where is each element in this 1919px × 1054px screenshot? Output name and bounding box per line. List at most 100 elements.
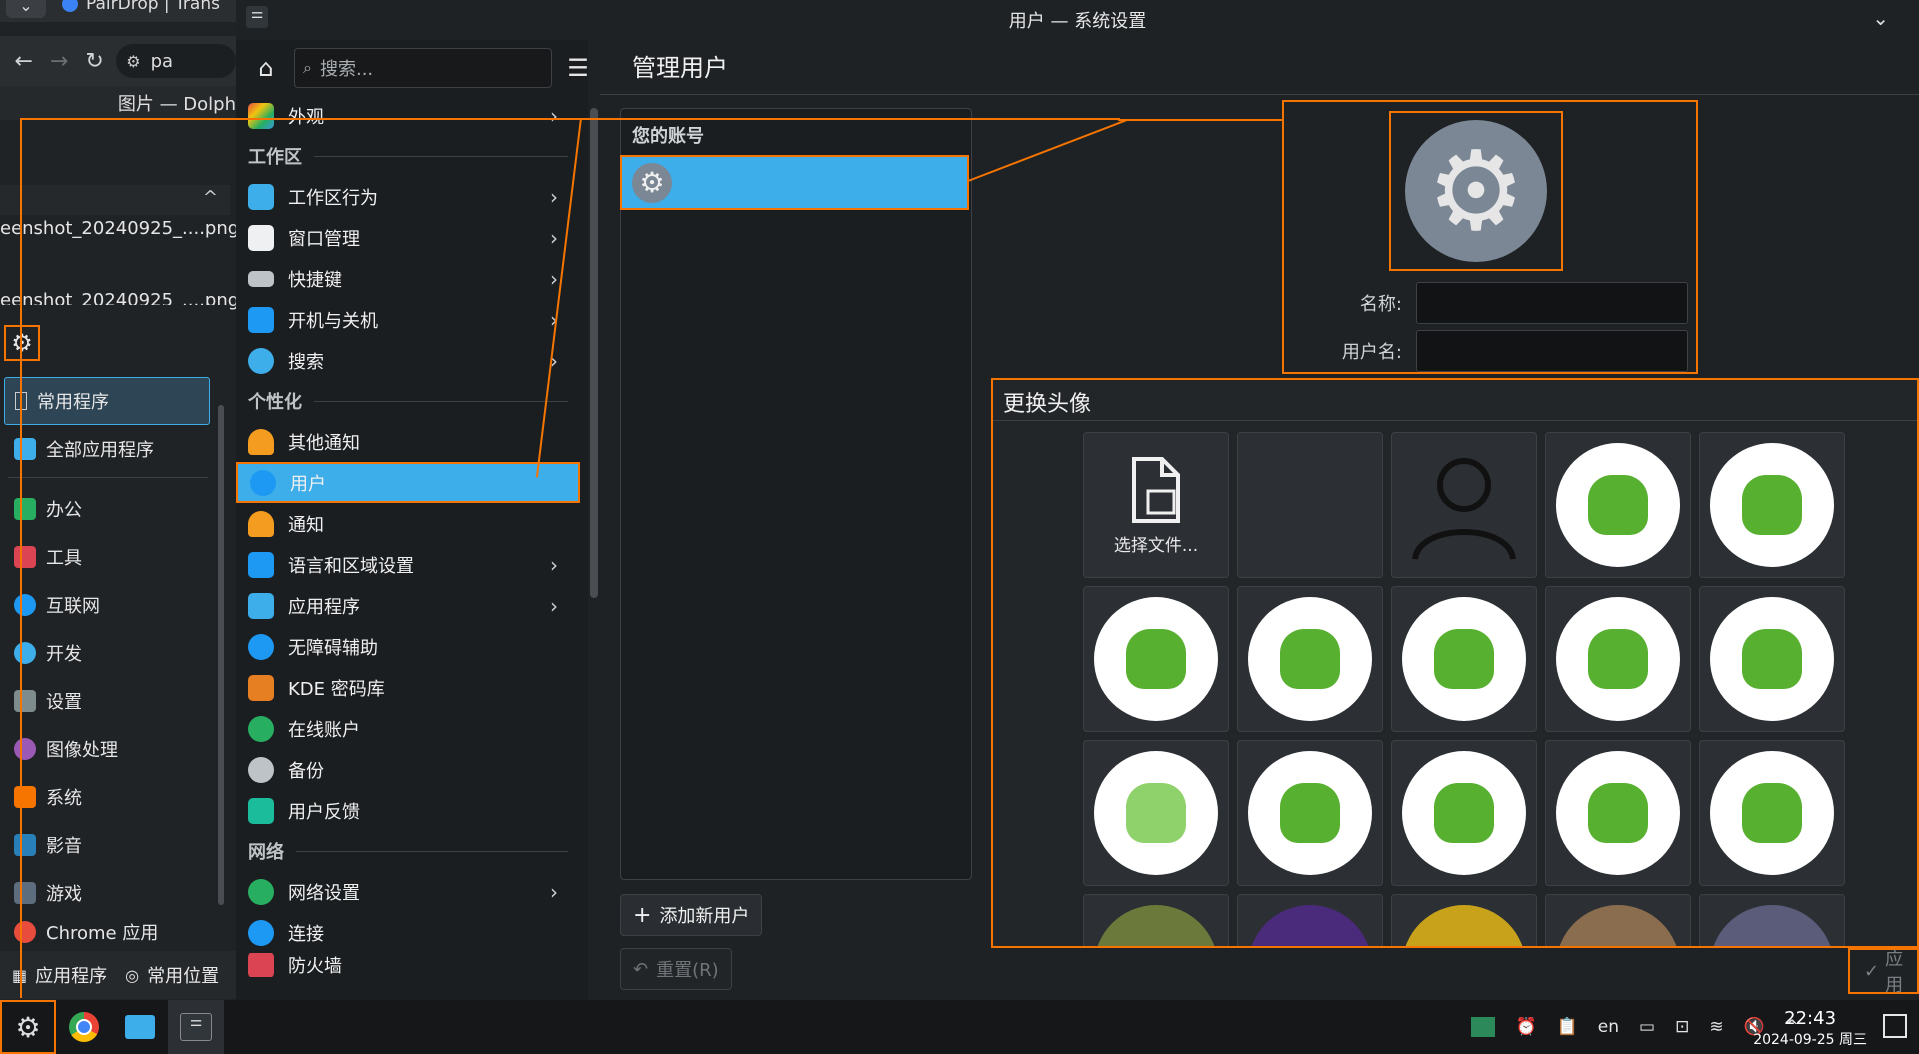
konqi-avatar-icon [1556,751,1680,875]
reset-button[interactable]: ↶ 重置(R) [620,948,732,990]
annotation-line [1118,119,1284,121]
category-tools[interactable]: 工具 [4,533,210,581]
nav-item-network-settings[interactable]: 网络设置 › [236,871,588,912]
avatar-option-konqi-artist[interactable] [1391,740,1537,886]
category-internet[interactable]: 互联网 [4,581,210,629]
apps-tab[interactable]: 应用程序 [35,962,107,988]
launcher-settings-icon[interactable]: ⚙ [4,325,40,361]
category-multimedia[interactable]: 影音 [4,821,210,869]
nav-item-kde-wallet[interactable]: KDE 密码库 [236,667,588,708]
tray-wifi-icon[interactable]: ≋ [1709,1017,1723,1037]
avatar-option-konqi-teacher[interactable] [1545,432,1691,578]
minimize-icon[interactable]: ⌄ [1872,6,1889,30]
category-graphics[interactable]: 图像处理 [4,725,210,773]
tray-battery-icon[interactable]: ▭ [1639,1017,1655,1037]
search-input[interactable]: ⌕ 搜索... [294,48,552,88]
settings-app-icon[interactable]: ⚌ [246,6,268,28]
konqi-avatar-icon [1710,751,1834,875]
sidebar-scrollbar[interactable] [590,108,598,598]
launcher-scrollbar[interactable] [218,405,224,905]
nav-item-user-feedback[interactable]: 用户反馈 [236,790,588,831]
workspace-behavior-icon [248,183,274,210]
tray-alarm-icon[interactable]: ⏰ [1515,1017,1536,1037]
reload-icon[interactable]: ↻ [81,46,108,76]
add-user-button[interactable]: + 添加新用户 [620,894,763,936]
nav-item-users[interactable]: 用户 [236,462,580,503]
category-settings[interactable]: 设置 [4,677,210,725]
keyboard-layout[interactable]: en [1598,1017,1619,1037]
nav-label: 网络设置 [288,882,360,904]
collapse-icon[interactable]: ^ [203,187,218,208]
avatar-option-photo-chameleon[interactable] [1083,894,1229,946]
avatar-option-konqi-engineer[interactable] [1237,586,1383,732]
nav-item-language-region[interactable]: 语言和区域设置 › [236,544,588,585]
tray-storage-icon[interactable]: ⊡ [1675,1017,1689,1037]
nav-item-online-accounts[interactable]: 在线账户 [236,708,588,749]
avatar-option-konqi-scientist[interactable] [1699,432,1845,578]
avatar-option-person[interactable] [1391,432,1537,578]
konqi-avatar-icon [1248,597,1372,721]
taskbar-chrome-icon[interactable] [56,1000,112,1054]
nav-item-other-notifications[interactable]: 其他通知 [236,421,588,462]
settings-navigation: 外观 › 工作区 工作区行为 › 窗口管理 › 快捷键 › 开机与关机 › 搜索 › 个性化… [236,96,588,977]
username-field[interactable] [1416,330,1688,372]
choose-file-button[interactable]: 选择文件... [1083,432,1229,578]
browser-tab[interactable]: PairDrop | Trans [62,0,220,14]
avatar-option-katie[interactable] [1083,740,1229,886]
nav-item-connections[interactable]: 连接 [236,912,588,953]
avatar-option-konqi-hero[interactable] [1545,586,1691,732]
show-desktop-icon[interactable] [1883,1014,1907,1038]
avatar-option-photo-abstract[interactable] [1237,894,1383,946]
launcher-favorites[interactable]: 常用程序 [4,377,210,425]
current-user-row[interactable]: ⚙ [620,155,969,210]
dolphin-file-1[interactable]: eenshot_20240925_....png [0,218,239,239]
avatar-option-photo-flowers[interactable] [1699,894,1845,946]
category-office[interactable]: 办公 [4,485,210,533]
avatar-option-photo-sunflower[interactable] [1391,894,1537,946]
tray-clipboard-icon[interactable]: 📋 [1557,1017,1578,1037]
avatar-option-konqi-mechanic[interactable] [1237,740,1383,886]
taskbar-dolphin-icon[interactable] [112,1000,168,1054]
nav-item-window-management[interactable]: 窗口管理 › [236,217,588,258]
avatar-option-photo-cat[interactable] [1545,894,1691,946]
avatar-option-konqi-office[interactable] [1083,586,1229,732]
nav-item-accessibility[interactable]: 无障碍辅助 [236,626,588,667]
address-bar[interactable]: ⚙ pa [116,44,236,78]
nav-item-notifications[interactable]: 通知 [236,503,588,544]
tray-chart-icon[interactable] [1471,1017,1496,1037]
category-development[interactable]: 开发 [4,629,210,677]
annotation-line [20,118,1120,120]
category-chrome-apps[interactable]: Chrome 应用 [4,917,210,947]
taskbar-system-settings-icon[interactable]: ⚌ [168,1000,224,1054]
taskbar-settings-icon[interactable]: ⚙ [0,1000,56,1054]
places-tab[interactable]: 常用位置 [147,962,219,988]
hamburger-menu-icon[interactable]: ☰ [560,48,596,88]
category-games[interactable]: 游戏 [4,869,210,917]
clock[interactable]: 22:43 2024-09-25 周三 [1753,1008,1867,1049]
category-system[interactable]: 系统 [4,773,210,821]
avatar-option-konqi-developer[interactable] [1391,586,1537,732]
nav-item-search[interactable]: 搜索 › [236,340,588,381]
chevron-right-icon: › [550,104,558,128]
avatar-option-konqi-business[interactable] [1545,740,1691,886]
avatar-option-empty[interactable] [1237,432,1383,578]
avatar-option-konqi-mail[interactable] [1699,740,1845,886]
nav-item-appearance[interactable]: 外观 › [236,96,588,136]
back-icon[interactable]: ← [10,46,37,76]
nav-item-startup-shutdown[interactable]: 开机与关机 › [236,299,588,340]
nav-item-firewall[interactable]: 防火墙 [236,953,588,977]
home-icon[interactable]: ⌂ [248,48,284,88]
apply-button[interactable]: ✓ 应用 [1848,948,1919,996]
nav-item-workspace-behavior[interactable]: 工作区行为 › [236,176,588,217]
avatar-option-konqi-reader[interactable] [1699,586,1845,732]
forward-icon[interactable]: → [45,46,72,76]
name-field[interactable] [1416,282,1688,324]
nav-item-applications[interactable]: 应用程序 › [236,585,588,626]
konqi-avatar-icon [1402,597,1526,721]
profile-avatar-button[interactable]: ⚙ [1389,111,1563,271]
site-settings-icon[interactable]: ⚙ [126,52,140,71]
nav-item-backup[interactable]: 备份 [236,749,588,790]
launcher-all-apps[interactable]: 全部应用程序 [4,425,210,473]
nav-item-shortcuts[interactable]: 快捷键 › [236,258,588,299]
tab-list-button[interactable]: ⌄ [6,0,46,18]
